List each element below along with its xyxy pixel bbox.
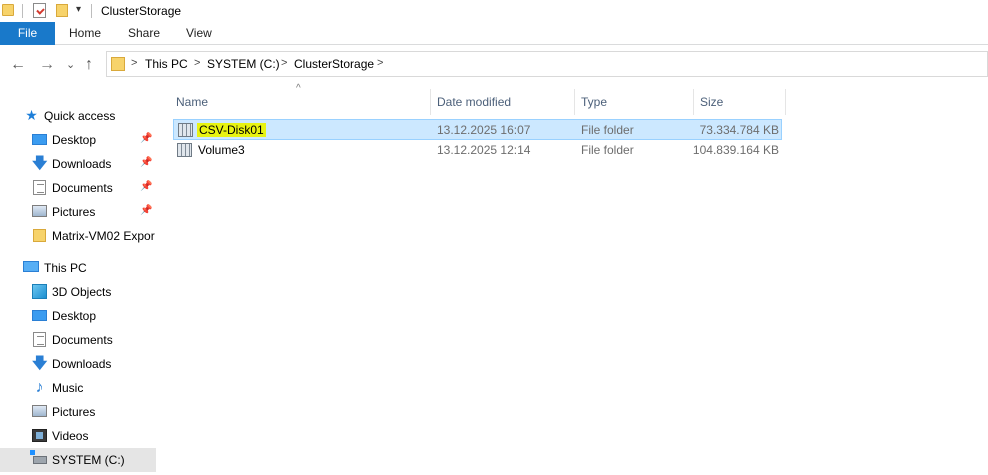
breadcrumb-separator-icon[interactable]: >	[194, 57, 200, 69]
pictures-icon	[32, 205, 47, 217]
drive-icon	[30, 450, 47, 464]
sidebar-item-label: Pictures	[52, 405, 96, 419]
documents-icon	[33, 180, 46, 195]
desktop-icon	[32, 310, 47, 321]
folder-icon	[2, 4, 14, 16]
forward-arrow-icon[interactable]: →	[39, 57, 55, 73]
file-date-modified: 13.12.2025 12:14	[437, 143, 531, 157]
sidebar-item-documents[interactable]: Documents 📌	[0, 176, 156, 200]
sidebar-item-label: Videos	[52, 429, 89, 443]
column-header-name[interactable]: Name	[170, 89, 431, 115]
tab-share[interactable]: Share	[128, 22, 160, 45]
documents-icon	[33, 332, 46, 347]
cluster-volume-icon	[178, 123, 193, 137]
sidebar-item-label: Desktop	[52, 309, 97, 323]
tab-home[interactable]: Home	[69, 22, 101, 45]
column-header-date-modified[interactable]: Date modified	[431, 89, 575, 115]
sidebar-item-matrix-vm02-export[interactable]: Matrix-VM02 Expor	[0, 224, 156, 248]
properties-icon[interactable]	[33, 3, 46, 18]
file-name: CSV-Disk01	[197, 123, 266, 137]
new-folder-icon[interactable]	[56, 4, 68, 17]
file-size: 104.839.164 KB	[692, 143, 779, 157]
address-bar[interactable]: > This PC > SYSTEM (C:) > ClusterStorage…	[106, 51, 988, 77]
breadcrumb-this-pc[interactable]: This PC	[145, 57, 188, 71]
desktop-icon	[32, 134, 47, 145]
sidebar-item-label: Quick access	[44, 109, 116, 123]
tab-file[interactable]: File	[0, 22, 55, 45]
folder-icon	[33, 229, 46, 242]
downloads-icon: 🡇	[32, 355, 48, 372]
column-header-size[interactable]: Size	[694, 89, 786, 115]
sidebar-item-downloads-pc[interactable]: 🡇 Downloads	[0, 352, 156, 376]
file-date-modified: 13.12.2025 16:07	[437, 123, 531, 137]
navigation-pane: ★ Quick access Desktop 📌 🡇 Downloads 📌 D…	[0, 87, 156, 475]
sidebar-item-quick-access[interactable]: ★ Quick access	[0, 104, 156, 128]
sidebar-item-label: Downloads	[52, 157, 112, 171]
column-header-type[interactable]: Type	[575, 89, 694, 115]
file-type: File folder	[581, 123, 634, 137]
table-row[interactable]: CSV-Disk01 13.12.2025 16:07 File folder …	[173, 119, 782, 140]
videos-icon	[32, 429, 47, 442]
column-header-label: Type	[581, 95, 608, 109]
toolbar-separator	[22, 4, 23, 18]
tab-view[interactable]: View	[186, 22, 212, 45]
column-header-label: Date modified	[437, 95, 512, 109]
file-type: File folder	[581, 143, 634, 157]
downloads-icon: 🡇	[32, 155, 48, 172]
toolbar-separator	[91, 4, 92, 18]
3d-objects-icon	[32, 284, 47, 299]
ribbon-tabs: File Home Share View	[0, 22, 988, 45]
file-name: Volume3	[198, 143, 245, 157]
sidebar-item-label: 3D Objects	[52, 285, 112, 299]
breadcrumb-separator-icon[interactable]: >	[377, 57, 383, 69]
sidebar-item-label: Downloads	[52, 357, 112, 371]
sidebar-item-music[interactable]: ♪ Music	[0, 376, 156, 400]
sidebar-item-videos[interactable]: Videos	[0, 424, 156, 448]
sidebar-item-label: Matrix-VM02 Expor	[52, 229, 155, 243]
column-header-label: Name	[176, 95, 209, 109]
pictures-icon	[32, 405, 47, 417]
sidebar-item-system-c[interactable]: SYSTEM (C:)	[0, 448, 156, 472]
sidebar-item-downloads[interactable]: 🡇 Downloads 📌	[0, 152, 156, 176]
sidebar-item-label: Documents	[52, 333, 113, 347]
sidebar-item-documents-pc[interactable]: Documents	[0, 328, 156, 352]
sidebar-item-label: Documents	[52, 181, 113, 195]
pin-icon: 📌	[140, 205, 153, 216]
folder-icon	[111, 57, 125, 71]
breadcrumb-system-c[interactable]: SYSTEM (C:)	[207, 57, 280, 71]
cluster-volume-icon	[177, 143, 192, 157]
back-arrow-icon[interactable]: ←	[10, 57, 26, 73]
file-size: 73.334.784 KB	[699, 123, 779, 137]
sidebar-item-label: This PC	[44, 261, 87, 275]
sidebar-item-pictures-pc[interactable]: Pictures	[0, 400, 156, 424]
sidebar-item-3d-objects[interactable]: 3D Objects	[0, 280, 156, 304]
column-header-label: Size	[700, 95, 724, 109]
sidebar-item-label: Desktop	[52, 133, 97, 147]
up-arrow-icon[interactable]: ↑	[85, 57, 93, 73]
sidebar-item-label: SYSTEM (C:)	[52, 453, 125, 467]
window-title: ClusterStorage	[101, 4, 182, 18]
sidebar-item-desktop[interactable]: Desktop 📌	[0, 128, 156, 152]
title-bar: ▾ ClusterStorage	[0, 0, 988, 22]
sidebar-item-desktop-pc[interactable]: Desktop	[0, 304, 156, 328]
sidebar-item-label: Music	[52, 381, 84, 395]
table-row[interactable]: Volume3 13.12.2025 12:14 File folder 104…	[173, 140, 782, 161]
sidebar-item-this-pc[interactable]: This PC	[0, 256, 156, 280]
navigation-row: ← → ⌄ ↑ > This PC > SYSTEM (C:) > Cluste…	[0, 45, 988, 87]
pin-icon: 📌	[140, 157, 153, 168]
customize-toolbar-dropdown[interactable]: ▾	[76, 4, 81, 15]
sidebar-item-label: Pictures	[52, 205, 96, 219]
pin-icon: 📌	[140, 133, 153, 144]
computer-icon	[23, 261, 39, 272]
sidebar-item-pictures[interactable]: Pictures 📌	[0, 200, 156, 224]
star-icon: ★	[25, 107, 38, 123]
music-icon: ♪	[35, 379, 44, 396]
file-list: ^ Name Date modified Type Size CSV-Disk0…	[160, 83, 988, 475]
breadcrumb-separator-icon[interactable]: >	[131, 57, 137, 69]
pin-icon: 📌	[140, 181, 153, 192]
breadcrumb-separator-icon[interactable]: >	[281, 57, 287, 69]
recent-locations-chevron-icon[interactable]: ⌄	[66, 57, 75, 73]
breadcrumb-clusterstorage[interactable]: ClusterStorage	[294, 57, 374, 71]
